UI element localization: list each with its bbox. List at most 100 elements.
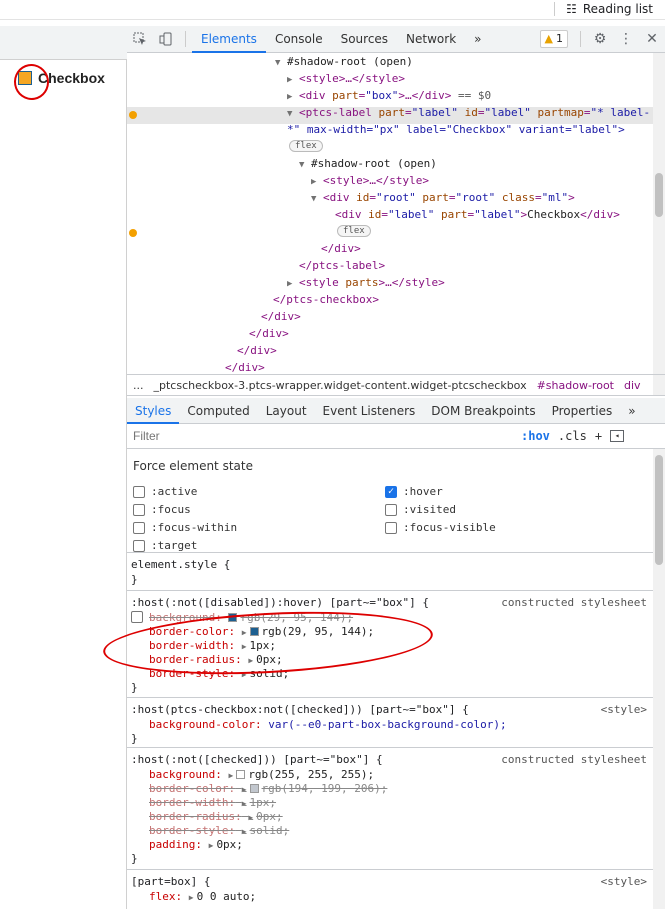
- dom-node[interactable]: </div>: [249, 325, 289, 342]
- toggle-sidebar-icon[interactable]: ◂: [610, 430, 625, 442]
- tab-computed[interactable]: Computed: [179, 398, 257, 424]
- styles-filter-input[interactable]: [133, 427, 513, 445]
- state-focus[interactable]: :focus: [133, 503, 191, 516]
- styles-scrollbar[interactable]: [653, 449, 665, 909]
- rule-source-link[interactable]: constructed stylesheet: [501, 753, 647, 766]
- dom-node[interactable]: </ptcs-checkbox>: [273, 291, 379, 308]
- state-active[interactable]: :active: [133, 485, 197, 498]
- state-target[interactable]: :target: [133, 539, 197, 552]
- reading-list-button[interactable]: ☷ Reading list: [566, 0, 653, 18]
- checkbox[interactable]: [133, 503, 145, 516]
- property-toggle[interactable]: [131, 611, 143, 625]
- more-tabs-button[interactable]: »: [465, 26, 490, 53]
- checkbox[interactable]: [385, 503, 397, 516]
- breadcrumb-item[interactable]: div: [624, 379, 641, 392]
- state-hover[interactable]: ✓:hover: [385, 485, 443, 498]
- checkbox-checked[interactable]: ✓: [385, 485, 397, 498]
- dom-node[interactable]: </ptcs-label>: [299, 257, 385, 274]
- checkbox[interactable]: [133, 485, 145, 498]
- rule-close: }: [131, 681, 138, 694]
- breadcrumb-item[interactable]: #shadow-root: [537, 379, 614, 392]
- tab-dom-breakpoints[interactable]: DOM Breakpoints: [423, 398, 543, 424]
- tab-layout[interactable]: Layout: [258, 398, 315, 424]
- dom-node[interactable]: </div>: [237, 342, 277, 359]
- dom-node[interactable]: ▶ <style>…</style>: [311, 172, 429, 189]
- collapse-arrow-icon[interactable]: ▼: [287, 109, 292, 119]
- checkbox[interactable]: [133, 539, 145, 552]
- checkbox[interactable]: [385, 521, 397, 534]
- more-options-icon[interactable]: ⋮: [613, 26, 639, 52]
- style-property[interactable]: border-width: ▶ 1px;: [149, 796, 276, 810]
- dom-node[interactable]: <div id="label" part="label">Checkbox</d…: [335, 206, 620, 223]
- gear-icon[interactable]: ⚙: [587, 26, 613, 52]
- rule-selector[interactable]: element.style {: [131, 558, 230, 572]
- collapse-arrow-icon[interactable]: ▼: [311, 194, 316, 204]
- color-swatch[interactable]: [236, 770, 246, 779]
- inspect-element-icon[interactable]: [127, 26, 153, 52]
- dom-node[interactable]: ▼ <div id="root" part="root" class="ml">: [311, 189, 575, 206]
- rule-selector[interactable]: :host(ptcs-checkbox:not([checked])) [par…: [131, 703, 469, 717]
- style-property[interactable]: border-radius: ▶ 0px;: [149, 810, 283, 824]
- style-rule: [part=box] { <style> flex: ▶ 0 0 auto;: [127, 870, 665, 909]
- tab-console[interactable]: Console: [266, 26, 332, 53]
- flex-badge[interactable]: flex: [337, 225, 371, 237]
- dom-node[interactable]: ▶ <style>…</style>: [287, 70, 405, 87]
- checkbox[interactable]: [133, 521, 145, 534]
- style-property[interactable]: background: ▶ rgb(255, 255, 255);: [149, 768, 374, 782]
- browser-top-bar: ☷ Reading list: [0, 0, 665, 20]
- expand-arrow-icon[interactable]: ▶: [287, 75, 292, 85]
- state-focus-within[interactable]: :focus-within: [133, 521, 237, 534]
- cls-toggle-button[interactable]: .cls: [558, 429, 587, 443]
- breadcrumb-item[interactable]: _ptcscheckbox-3.ptcs-wrapper.widget-cont…: [154, 379, 527, 392]
- toolbar-divider: [554, 2, 555, 16]
- style-property[interactable]: flex: ▶ 0 0 auto;: [149, 890, 256, 904]
- collapse-arrow-icon[interactable]: ▼: [299, 160, 304, 170]
- dom-node[interactable]: </div>: [261, 308, 301, 325]
- flex-badge[interactable]: flex: [289, 140, 323, 152]
- dom-node[interactable]: </div>: [321, 240, 361, 257]
- rule-selector[interactable]: :host(:not([checked])) [part~="box"] {: [131, 753, 383, 767]
- expand-arrow-icon[interactable]: ▶: [311, 177, 316, 187]
- style-rule: :host(ptcs-checkbox:not([checked])) [par…: [127, 698, 665, 748]
- dom-scrollbar[interactable]: [653, 53, 665, 396]
- warning-count: 1: [556, 32, 563, 45]
- expand-arrow-icon[interactable]: ▶: [287, 279, 292, 289]
- state-visited[interactable]: :visited: [385, 503, 456, 516]
- tab-sources[interactable]: Sources: [332, 26, 397, 53]
- device-toolbar-icon[interactable]: [153, 26, 179, 52]
- rule-close: }: [131, 852, 138, 865]
- dom-node[interactable]: ▼ <ptcs-label part="label" id="label" pa…: [287, 104, 650, 121]
- rule-source-link[interactable]: <style>: [601, 703, 647, 716]
- tab-properties[interactable]: Properties: [544, 398, 621, 424]
- dom-node-selected[interactable]: ▶ <div part="box">…</div> == $0: [287, 87, 491, 104]
- state-focus-visible[interactable]: :focus-visible: [385, 521, 496, 534]
- dom-node[interactable]: ▶ <style parts>…</style>: [287, 274, 445, 291]
- tab-event-listeners[interactable]: Event Listeners: [315, 398, 424, 424]
- dom-node[interactable]: ▼ #shadow-root (open): [299, 155, 437, 172]
- scrollbar-thumb[interactable]: [655, 173, 663, 217]
- breadcrumb-ellipsis[interactable]: ...: [133, 379, 144, 392]
- scrollbar-thumb[interactable]: [655, 455, 663, 565]
- rule-source-link[interactable]: constructed stylesheet: [501, 596, 647, 609]
- style-property[interactable]: background-color: var(--e0-part-box-back…: [149, 718, 507, 732]
- collapse-arrow-icon[interactable]: ▼: [275, 58, 280, 68]
- warnings-badge[interactable]: ▲ 1: [539, 30, 568, 48]
- style-property[interactable]: border-color: ▶ rgb(194, 199, 206);: [149, 782, 387, 796]
- tab-styles[interactable]: Styles: [127, 398, 180, 424]
- rule-source-link[interactable]: <style>: [601, 875, 647, 888]
- new-style-rule-button[interactable]: +: [595, 429, 602, 443]
- style-property[interactable]: border-style: ▶ solid;: [149, 824, 289, 838]
- dom-tree: ▼ #shadow-root (open) ▶ <style>…</style>…: [127, 53, 665, 396]
- style-property[interactable]: padding: ▶ 0px;: [149, 838, 243, 852]
- more-subtabs-button[interactable]: »: [620, 398, 643, 424]
- rule-selector[interactable]: :host(:not([disabled]):hover) [part~="bo…: [131, 596, 429, 610]
- expand-arrow-icon[interactable]: ▶: [287, 92, 292, 102]
- rule-selector[interactable]: [part=box] {: [131, 875, 210, 889]
- tab-elements[interactable]: Elements: [192, 26, 266, 53]
- hov-toggle-button[interactable]: :hov: [521, 429, 550, 443]
- dom-node[interactable]: ▼ #shadow-root (open): [275, 53, 413, 70]
- force-element-state: Force element state :active ✓:hover :foc…: [127, 449, 665, 553]
- tab-network[interactable]: Network: [397, 26, 465, 53]
- color-swatch[interactable]: [249, 784, 259, 793]
- close-icon[interactable]: ✕: [639, 26, 665, 52]
